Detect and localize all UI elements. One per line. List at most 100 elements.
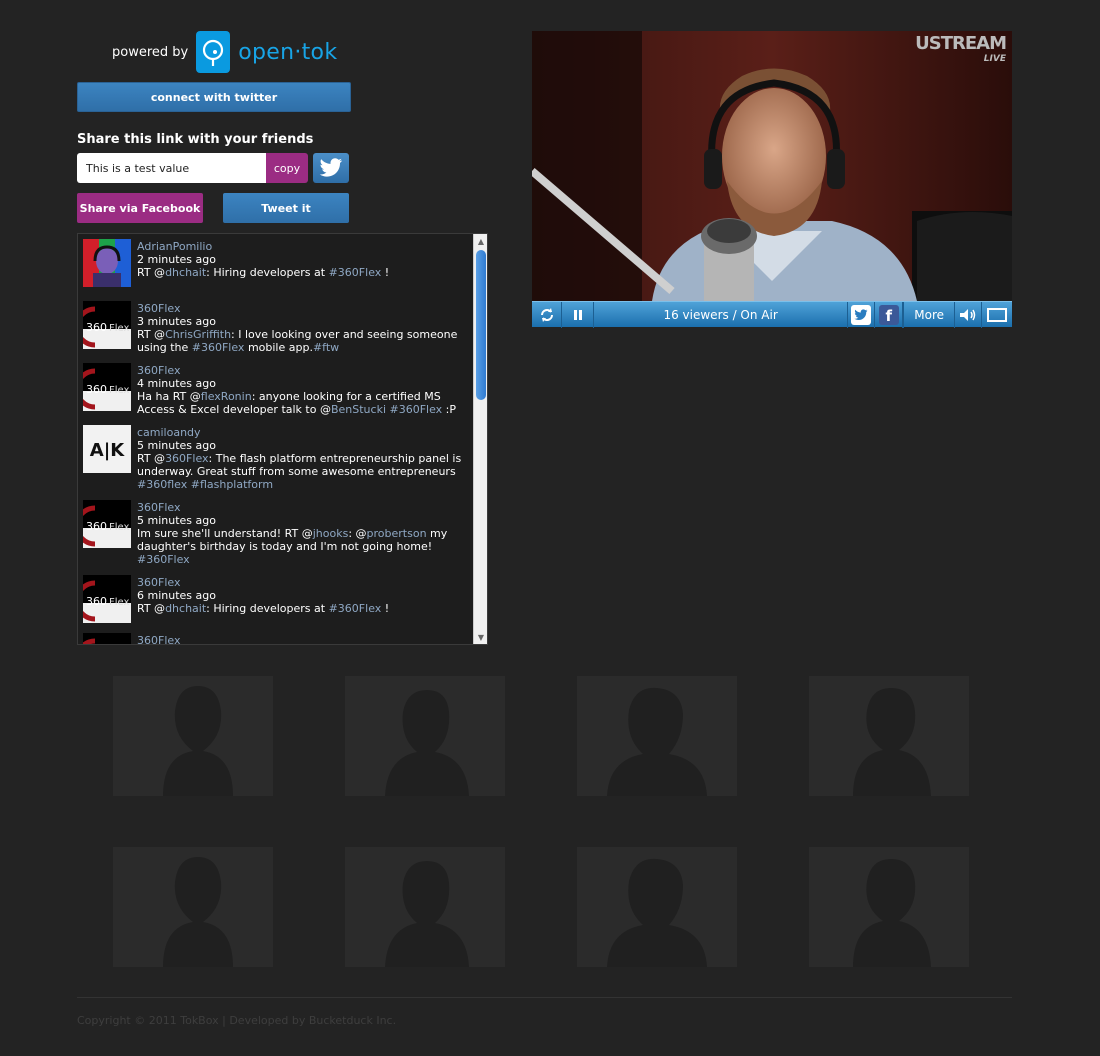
volume-button[interactable]: [954, 301, 982, 328]
powered-by-label: powered by: [112, 44, 189, 60]
fullscreen-icon: [987, 307, 1007, 322]
share-link-label: Share this link with your friends: [77, 132, 314, 147]
tweet-text-segment: :P: [442, 403, 457, 416]
tweet-link[interactable]: #flashplatform: [191, 478, 273, 491]
svg-text:Flex: Flex: [109, 323, 130, 334]
tweet-username[interactable]: 360Flex: [137, 364, 473, 377]
twitter-share-button[interactable]: [313, 153, 349, 183]
participant-silhouette: [809, 847, 969, 967]
tweet-username[interactable]: 360Flex: [137, 501, 473, 514]
copy-button[interactable]: copy: [266, 153, 308, 183]
tweet-text-segment: Ha ha RT @: [137, 390, 201, 403]
tweet-text-segment: !: [381, 266, 390, 279]
share-link-input[interactable]: [77, 153, 266, 183]
360flex-logo-avatar[interactable]: 360Flex: [83, 575, 131, 623]
tweet-link[interactable]: jhooks: [313, 527, 349, 540]
refresh-icon: [540, 307, 553, 322]
refresh-button[interactable]: [532, 301, 562, 328]
participant-silhouette: [809, 676, 969, 796]
tweet-link[interactable]: probertson: [367, 527, 427, 540]
tweet-timestamp: 2 minutes ago: [137, 253, 216, 266]
360flex-logo-avatar[interactable]: 360Flex: [83, 500, 131, 548]
tweet-text-segment: RT @: [137, 328, 166, 341]
tweet-timestamp: 4 minutes ago: [137, 377, 216, 390]
facebook-icon: f: [878, 304, 899, 325]
tweet-body: 360Flex 6 minutes ago RT @dhchait: Hiring …: [137, 576, 473, 615]
tweet-list: AdrianPomilio 2 minutes ago RT @dhchait: H…: [78, 234, 474, 644]
video-player[interactable]: USTREAM LIVE: [532, 31, 1012, 301]
svg-text:A|K: A|K: [90, 440, 126, 461]
svg-text:360: 360: [86, 520, 107, 533]
360flex-logo-avatar[interactable]: 360Flex: [83, 633, 131, 644]
tweet-username[interactable]: 360Flex: [137, 576, 473, 589]
tweet-timestamp: 3 minutes ago: [137, 315, 216, 328]
tweet-username[interactable]: 360Flex: [137, 302, 473, 315]
tweet-link[interactable]: dhchait: [165, 602, 206, 615]
tweet-link[interactable]: BenStucki: [331, 403, 386, 416]
tweet-text: RT @dhchait: Hiring developers at #360Fl…: [137, 602, 473, 615]
tweet-text-segment: !: [381, 602, 390, 615]
svg-text:Flex: Flex: [109, 597, 130, 608]
tweet-text-segment: : Hiring developers at: [206, 602, 329, 615]
powered-by-opentok: powered by open·tok: [112, 30, 337, 74]
tweet-username[interactable]: camiloandy: [137, 426, 473, 439]
svg-text:Flex: Flex: [109, 385, 130, 396]
tweet-body: 360Flex 3 minutes ago RT @ChrisGriffith: I…: [137, 302, 473, 354]
footer-copyright: Copyright © 2011 TokBox | Developed by B…: [77, 1014, 397, 1027]
connect-twitter-button[interactable]: connect with twitter: [77, 82, 351, 112]
tweet-link[interactable]: dhchait: [165, 266, 206, 279]
tweet-timestamp: 5 minutes ago: [137, 514, 216, 527]
tweet-timestamp: 5 minutes ago: [137, 439, 216, 452]
feed-scrollbar[interactable]: ▲ ▼: [473, 234, 487, 644]
tweet-text: RT @360Flex: The flash platform entrepre…: [137, 452, 473, 491]
svg-text:360: 360: [86, 383, 107, 396]
tweet-link[interactable]: #360flex: [137, 478, 187, 491]
scroll-down-icon[interactable]: ▼: [474, 630, 487, 644]
tweet-body: AdrianPomilio 2 minutes ago RT @dhchait: H…: [137, 240, 473, 279]
video-frame: [532, 31, 1012, 301]
svg-text:360: 360: [86, 595, 107, 608]
tweet-it-button[interactable]: Tweet it: [223, 193, 349, 223]
share-facebook-button[interactable]: Share via Facebook: [77, 193, 203, 223]
tweet-timestamp: 6 minutes ago: [137, 589, 216, 602]
participant-silhouette: [113, 847, 273, 967]
svg-text:Flex: Flex: [109, 522, 130, 533]
footer-divider: [77, 997, 1012, 998]
video-controls: 16 viewers / On Air f More: [532, 301, 1012, 328]
tweet-link[interactable]: #360Flex: [329, 266, 382, 279]
fullscreen-button[interactable]: [982, 302, 1012, 328]
ak-logo-avatar[interactable]: A|K: [83, 425, 131, 473]
scroll-thumb[interactable]: [476, 250, 486, 400]
pause-icon: [573, 309, 582, 320]
facebook-control-button[interactable]: f: [875, 301, 904, 328]
tweet-text-segment: RT @: [137, 266, 166, 279]
360flex-logo-avatar[interactable]: 360Flex: [83, 363, 131, 411]
tweet-link[interactable]: #360Flex: [192, 341, 245, 354]
twitter-control-button[interactable]: [847, 301, 876, 328]
svg-text:360: 360: [86, 321, 107, 334]
tweet-link[interactable]: flexRonin: [201, 390, 252, 403]
participant-silhouette: [345, 676, 505, 796]
tweet-link[interactable]: #360Flex: [390, 403, 443, 416]
tweet-username[interactable]: 360Flex: [137, 634, 473, 644]
tweet-link[interactable]: #ftw: [313, 341, 339, 354]
ustream-brand: USTREAM: [915, 33, 1007, 54]
tweet-text: Im sure she'll understand! RT @jhooks: @…: [137, 527, 473, 566]
tweet-feed[interactable]: AdrianPomilio 2 minutes ago RT @dhchait: H…: [77, 233, 488, 645]
tweet-username[interactable]: AdrianPomilio: [137, 240, 473, 253]
tweet-link[interactable]: #360Flex: [329, 602, 382, 615]
tweet-link[interactable]: #360Flex: [137, 553, 190, 566]
twitter-bird-icon: [319, 158, 342, 177]
tweet-link[interactable]: 360Flex: [165, 452, 208, 465]
tweet-link[interactable]: ChrisGriffith: [165, 328, 231, 341]
tweet-text-segment: : @: [348, 527, 367, 540]
tweet-body: 360Flex: [137, 634, 473, 644]
360flex-logo-avatar[interactable]: 360Flex: [83, 301, 131, 349]
pause-button[interactable]: [562, 301, 594, 328]
more-button[interactable]: More: [903, 301, 954, 328]
tweet-text-segment: mobile app.: [244, 341, 313, 354]
scroll-up-icon[interactable]: ▲: [474, 234, 487, 248]
tweet-body: 360Flex 5 minutes ago Im sure she'll under…: [137, 501, 473, 566]
tweet-text: RT @ChrisGriffith: I love looking over a…: [137, 328, 473, 354]
person-photo-avatar[interactable]: [83, 239, 131, 287]
